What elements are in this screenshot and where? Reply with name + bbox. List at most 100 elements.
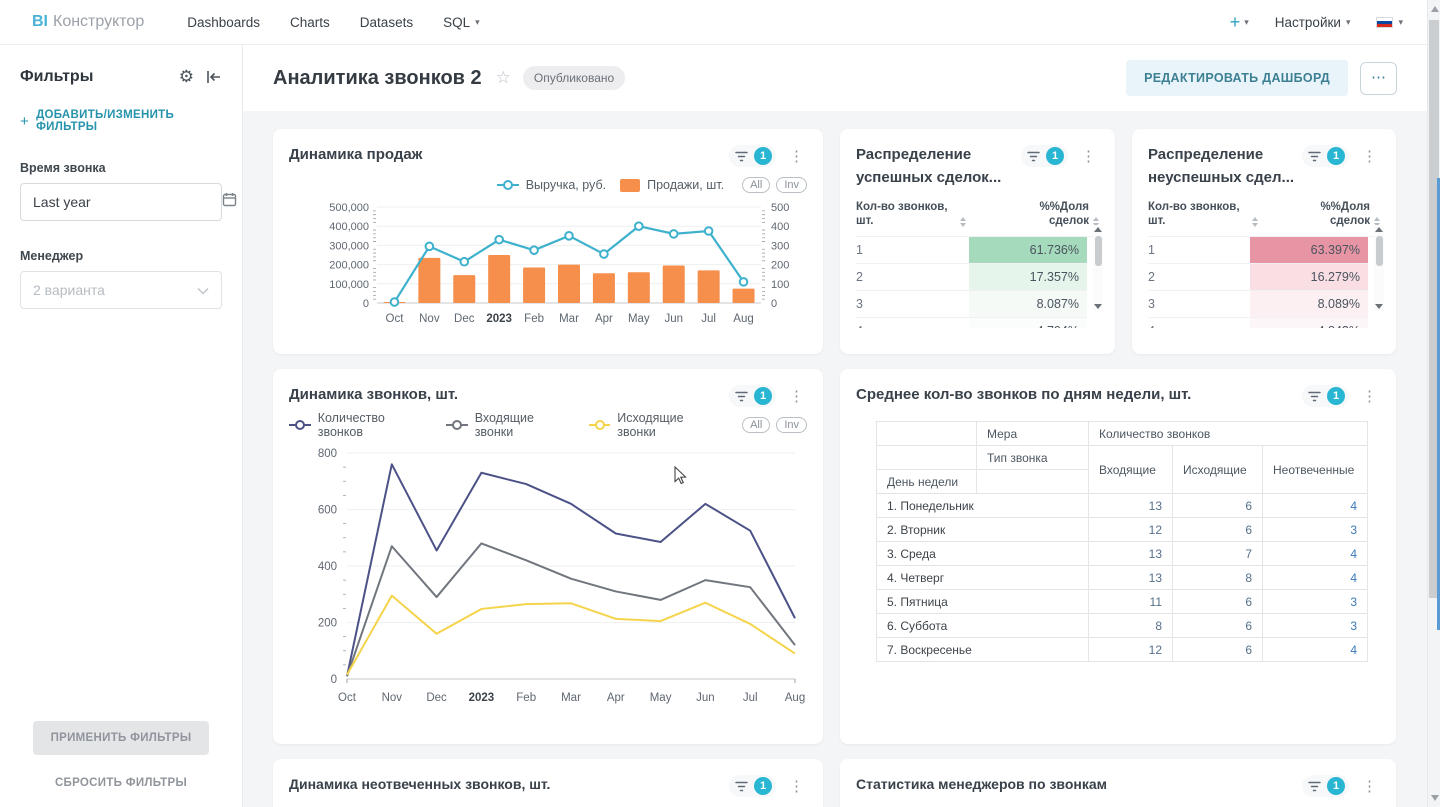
filter-manager-label: Менеджер (20, 249, 222, 263)
dashboard-area: Аналитика звонков 2 ☆ Опубликовано РЕДАК… (243, 45, 1427, 807)
table-row: 44.843% (1148, 318, 1368, 328)
kebab-menu-icon[interactable]: ⋮ (1359, 387, 1380, 405)
svg-text:100,000: 100,000 (329, 279, 369, 291)
edit-dashboard-button[interactable]: РЕДАКТИРОВАТЬ ДАШБОРД (1126, 60, 1348, 96)
nav-charts[interactable]: Charts (290, 15, 330, 30)
collapse-sidebar-icon[interactable] (206, 70, 222, 84)
scroll-up-icon (1375, 227, 1383, 232)
kebab-menu-icon[interactable]: ⋮ (1359, 147, 1380, 165)
dashboard-header: Аналитика звонков 2 ☆ Опубликовано РЕДАК… (243, 45, 1427, 111)
nav-dashboards[interactable]: Dashboards (187, 15, 260, 30)
svg-text:Feb: Feb (516, 692, 536, 704)
dashboard-content: Динамика продаж 1 ⋮ Выручка, руб. Продаж… (243, 111, 1427, 807)
app-logo[interactable]: BI Конструктор (32, 13, 144, 31)
pivot-day-label: День недели (877, 470, 977, 494)
legend-all-pill[interactable]: All (742, 177, 770, 193)
gear-icon[interactable]: ⚙ (179, 67, 194, 87)
table-scrollbar[interactable] (1374, 225, 1384, 311)
scroll-down-icon[interactable] (1431, 795, 1439, 801)
chart-filter-button[interactable]: 1 (729, 775, 776, 797)
value-cell: 6 (1173, 518, 1263, 542)
legend-item-outgoing[interactable]: Исходящие звонки (589, 411, 725, 439)
calls-chart[interactable]: 0200400600800OctNovDec2023FebMarAprMayJu… (289, 441, 807, 723)
sort-icon[interactable] (1252, 217, 1258, 229)
kebab-menu-icon[interactable]: ⋮ (1078, 147, 1099, 165)
kebab-menu-icon[interactable]: ⋮ (786, 387, 807, 405)
value-cell: 7 (1173, 542, 1263, 566)
line-marker-icon (446, 424, 468, 426)
svg-text:Dec: Dec (426, 692, 447, 704)
missed-calls-card: Динамика неотвеченных звонков, шт. 1 ⋮ (273, 759, 823, 807)
card-title: Динамика звонков, шт. (289, 383, 458, 406)
time-filter-field[interactable] (20, 183, 222, 221)
share-value-cell: 17.357% (969, 264, 1087, 290)
nav-sql[interactable]: SQL▾ (443, 15, 480, 30)
weekday-row: 4. Четверг1384 (877, 566, 1368, 590)
pivot-measure-value: Количество звонков (1089, 422, 1368, 446)
legend-all-pill[interactable]: All (742, 417, 770, 433)
funnel-icon (735, 151, 748, 162)
add-edit-filters-link[interactable]: + ДОБАВИТЬ/ИЗМЕНИТЬ ФИЛЬТРЫ (20, 109, 222, 133)
scroll-up-icon[interactable] (1431, 6, 1439, 12)
chart-filter-button[interactable]: 1 (729, 385, 776, 407)
svg-text:Jul: Jul (743, 692, 758, 704)
chart-filter-button[interactable]: 1 (1302, 385, 1349, 407)
legend-item-incoming[interactable]: Входящие звонки (446, 411, 575, 439)
value-cell: 3 (1263, 518, 1368, 542)
svg-text:300,000: 300,000 (329, 240, 369, 252)
sales-chart[interactable]: 00100,000100200,000200300,000300400,0004… (289, 201, 807, 333)
kebab-menu-icon[interactable]: ⋮ (786, 777, 807, 795)
calls-count-cell: 1 (1148, 237, 1250, 263)
svg-text:800: 800 (318, 448, 337, 460)
calls-count-cell: 4 (1148, 318, 1250, 328)
time-filter-input[interactable] (33, 194, 214, 210)
legend-item-revenue[interactable]: Выручка, руб. (497, 178, 606, 192)
svg-text:Apr: Apr (595, 313, 613, 325)
weekday-average-card: Среднее кол-во звонков по дням недели, ш… (840, 369, 1396, 744)
calls-count-cell: 4 (856, 318, 969, 328)
column-header-share: %%Доля сделок (1300, 200, 1370, 230)
value-cell: 3 (1263, 590, 1368, 614)
sort-icon[interactable] (960, 217, 966, 229)
funnel-icon (735, 781, 748, 792)
legend-item-total-calls[interactable]: Количество звонков (289, 411, 432, 439)
failed-deals-card: Распределение неуспешных сдел... 1 ⋮ Кол… (1132, 129, 1396, 354)
funnel-icon (1308, 151, 1321, 162)
filters-title: Фильтры (20, 68, 93, 86)
legend-inv-pill[interactable]: Inv (776, 417, 807, 433)
fail-table-body: 163.397%216.279%38.089%44.843% (1148, 236, 1380, 328)
success-deals-card: Распределение успешных сделок... 1 ⋮ Кол… (840, 129, 1115, 354)
value-cell: 12 (1089, 518, 1173, 542)
svg-text:200: 200 (318, 618, 337, 630)
kebab-menu-icon[interactable]: ⋮ (1359, 777, 1380, 795)
reset-filters-button[interactable]: СБРОСИТЬ ФИЛЬТРЫ (55, 777, 187, 789)
chart-filter-button[interactable]: 1 (1302, 145, 1349, 167)
value-cell: 6 (1173, 614, 1263, 638)
day-cell: 1. Понедельник (877, 494, 1089, 518)
chevron-down-icon: ▾ (1346, 17, 1351, 28)
table-row: 44.794% (856, 318, 1087, 328)
kebab-menu-icon[interactable]: ⋮ (786, 147, 807, 165)
table-scrollbar[interactable] (1093, 225, 1103, 311)
legend-inv-pill[interactable]: Inv (776, 177, 807, 193)
favorite-star-icon[interactable]: ☆ (496, 68, 511, 88)
funnel-icon (1308, 391, 1321, 402)
settings-menu[interactable]: Настройки▾ (1275, 15, 1351, 30)
more-options-button[interactable]: ⋯ (1360, 62, 1397, 95)
manager-filter-select[interactable]: 2 варианта (20, 271, 222, 309)
apply-filters-button[interactable]: ПРИМЕНИТЬ ФИЛЬТРЫ (33, 721, 210, 755)
weekday-row: 5. Пятница1163 (877, 590, 1368, 614)
top-navbar: BI Конструктор Dashboards Charts Dataset… (0, 0, 1427, 45)
svg-text:0: 0 (771, 298, 777, 310)
chart-filter-button[interactable]: 1 (1021, 145, 1068, 167)
language-selector[interactable]: ▾ (1376, 17, 1403, 28)
chart-filter-button[interactable]: 1 (1302, 775, 1349, 797)
logo-bi: BI (32, 13, 48, 31)
nav-datasets[interactable]: Datasets (360, 15, 413, 30)
create-new-button[interactable]: +▾ (1230, 12, 1249, 33)
svg-text:Dec: Dec (454, 313, 475, 325)
legend-item-sales[interactable]: Продажи, шт. (620, 178, 724, 192)
managers-stats-card: Статистика менеджеров по звонкам 1 ⋮ (840, 759, 1396, 807)
chart-filter-button[interactable]: 1 (729, 145, 776, 167)
day-cell: 2. Вторник (877, 518, 1089, 542)
